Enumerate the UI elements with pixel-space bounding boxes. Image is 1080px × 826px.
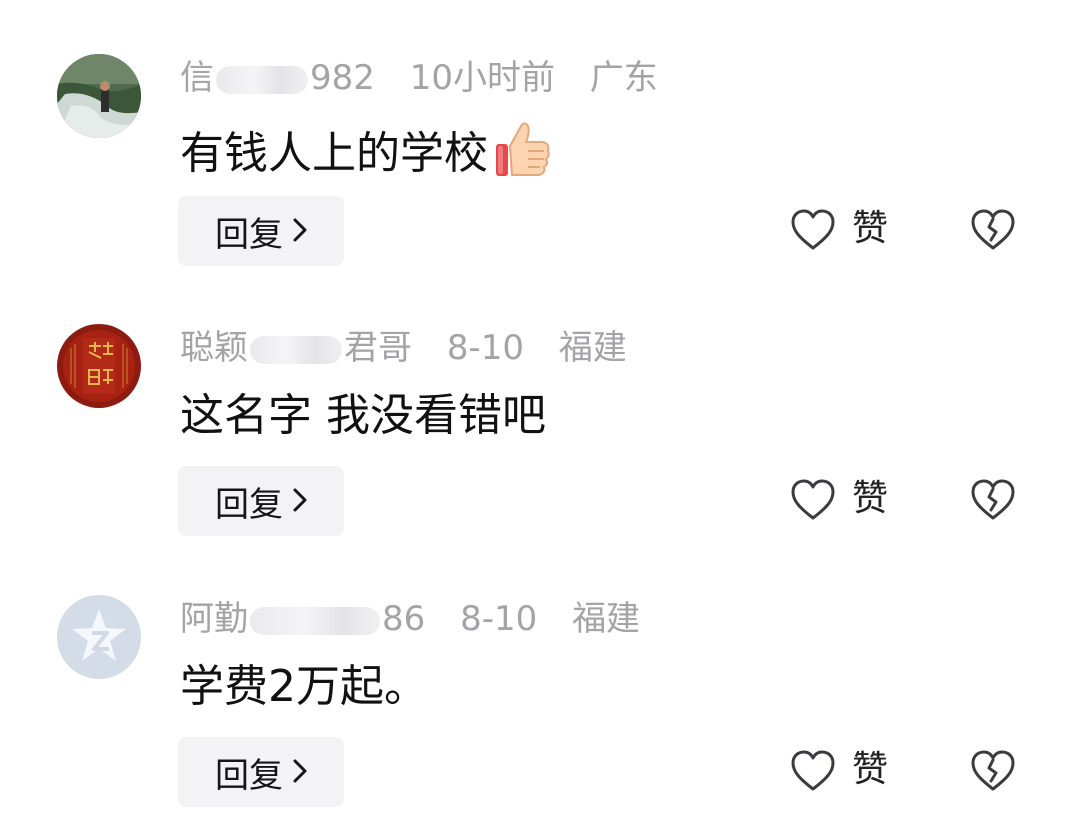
reply-button[interactable]: 回复 (178, 466, 344, 536)
like-label[interactable]: 赞 (852, 475, 888, 523)
comment-text: 这名字 我没看错吧 (180, 388, 546, 444)
broken-heart-icon[interactable] (970, 478, 1016, 522)
heart-icon[interactable] (790, 478, 836, 522)
username[interactable]: 聪颖 君哥 (180, 326, 412, 370)
comment-text-content: 这名字 我没看错吧 (180, 390, 546, 441)
chevron-right-icon (293, 752, 307, 792)
avatar[interactable] (57, 54, 141, 138)
comment-time: 10小时前 (409, 58, 555, 98)
comment-meta: 信 982 10小时前 广东 (180, 56, 658, 100)
comment-region: 福建 (558, 328, 627, 368)
comment-meta: 阿勤 86 8-10 福建 (180, 597, 640, 641)
comment-text-content: 学费2万起。 (180, 661, 428, 712)
comment-text: 学费2万起。 (180, 659, 428, 715)
comment-time: 8-10 (460, 599, 538, 639)
like-label[interactable]: 赞 (852, 746, 888, 794)
username-start[interactable]: 聪颖 (180, 328, 248, 368)
chevron-right-icon (293, 211, 307, 251)
comment-item: 信 982 10小时前 广东 有钱人上的学校 回复 赞 (0, 0, 1080, 270)
username-end[interactable]: 86 (382, 597, 425, 641)
comment-region: 广东 (589, 58, 658, 98)
reply-button[interactable]: 回复 (178, 196, 344, 266)
comment-item: 聪颖 君哥 8-10 福建 这名字 我没看错吧 回复 赞 (0, 270, 1080, 540)
username-start[interactable]: 信 (180, 58, 214, 98)
comment-text: 有钱人上的学校 (180, 118, 552, 194)
reply-button[interactable]: 回复 (178, 737, 344, 807)
heart-icon[interactable] (790, 749, 836, 793)
avatar[interactable] (57, 595, 141, 679)
comment-time: 8-10 (446, 328, 524, 368)
reply-label: 回复 (215, 484, 283, 525)
comment-region: 福建 (572, 599, 641, 639)
comment-item: 阿勤 86 8-10 福建 学费2万起。 回复 赞 (0, 541, 1080, 811)
redacted-username (216, 65, 308, 94)
reply-label: 回复 (215, 214, 283, 255)
username-end[interactable]: 982 (310, 56, 375, 100)
like-label[interactable]: 赞 (852, 205, 888, 253)
comment-meta: 聪颖 君哥 8-10 福建 (180, 326, 627, 370)
heart-icon[interactable] (790, 208, 836, 252)
username-start[interactable]: 阿勤 (180, 599, 248, 639)
avatar[interactable] (57, 324, 141, 408)
reply-label: 回复 (215, 755, 283, 796)
username-end[interactable]: 君哥 (344, 326, 412, 370)
username[interactable]: 信 982 (180, 56, 375, 100)
redacted-username (250, 335, 342, 364)
thumbs-up-icon (492, 118, 552, 194)
redacted-username (250, 606, 380, 635)
broken-heart-icon[interactable] (970, 208, 1016, 252)
broken-heart-icon[interactable] (970, 749, 1016, 793)
chevron-right-icon (293, 481, 307, 521)
username[interactable]: 阿勤 86 (180, 597, 425, 641)
comment-text-content: 有钱人上的学校 (180, 128, 488, 179)
